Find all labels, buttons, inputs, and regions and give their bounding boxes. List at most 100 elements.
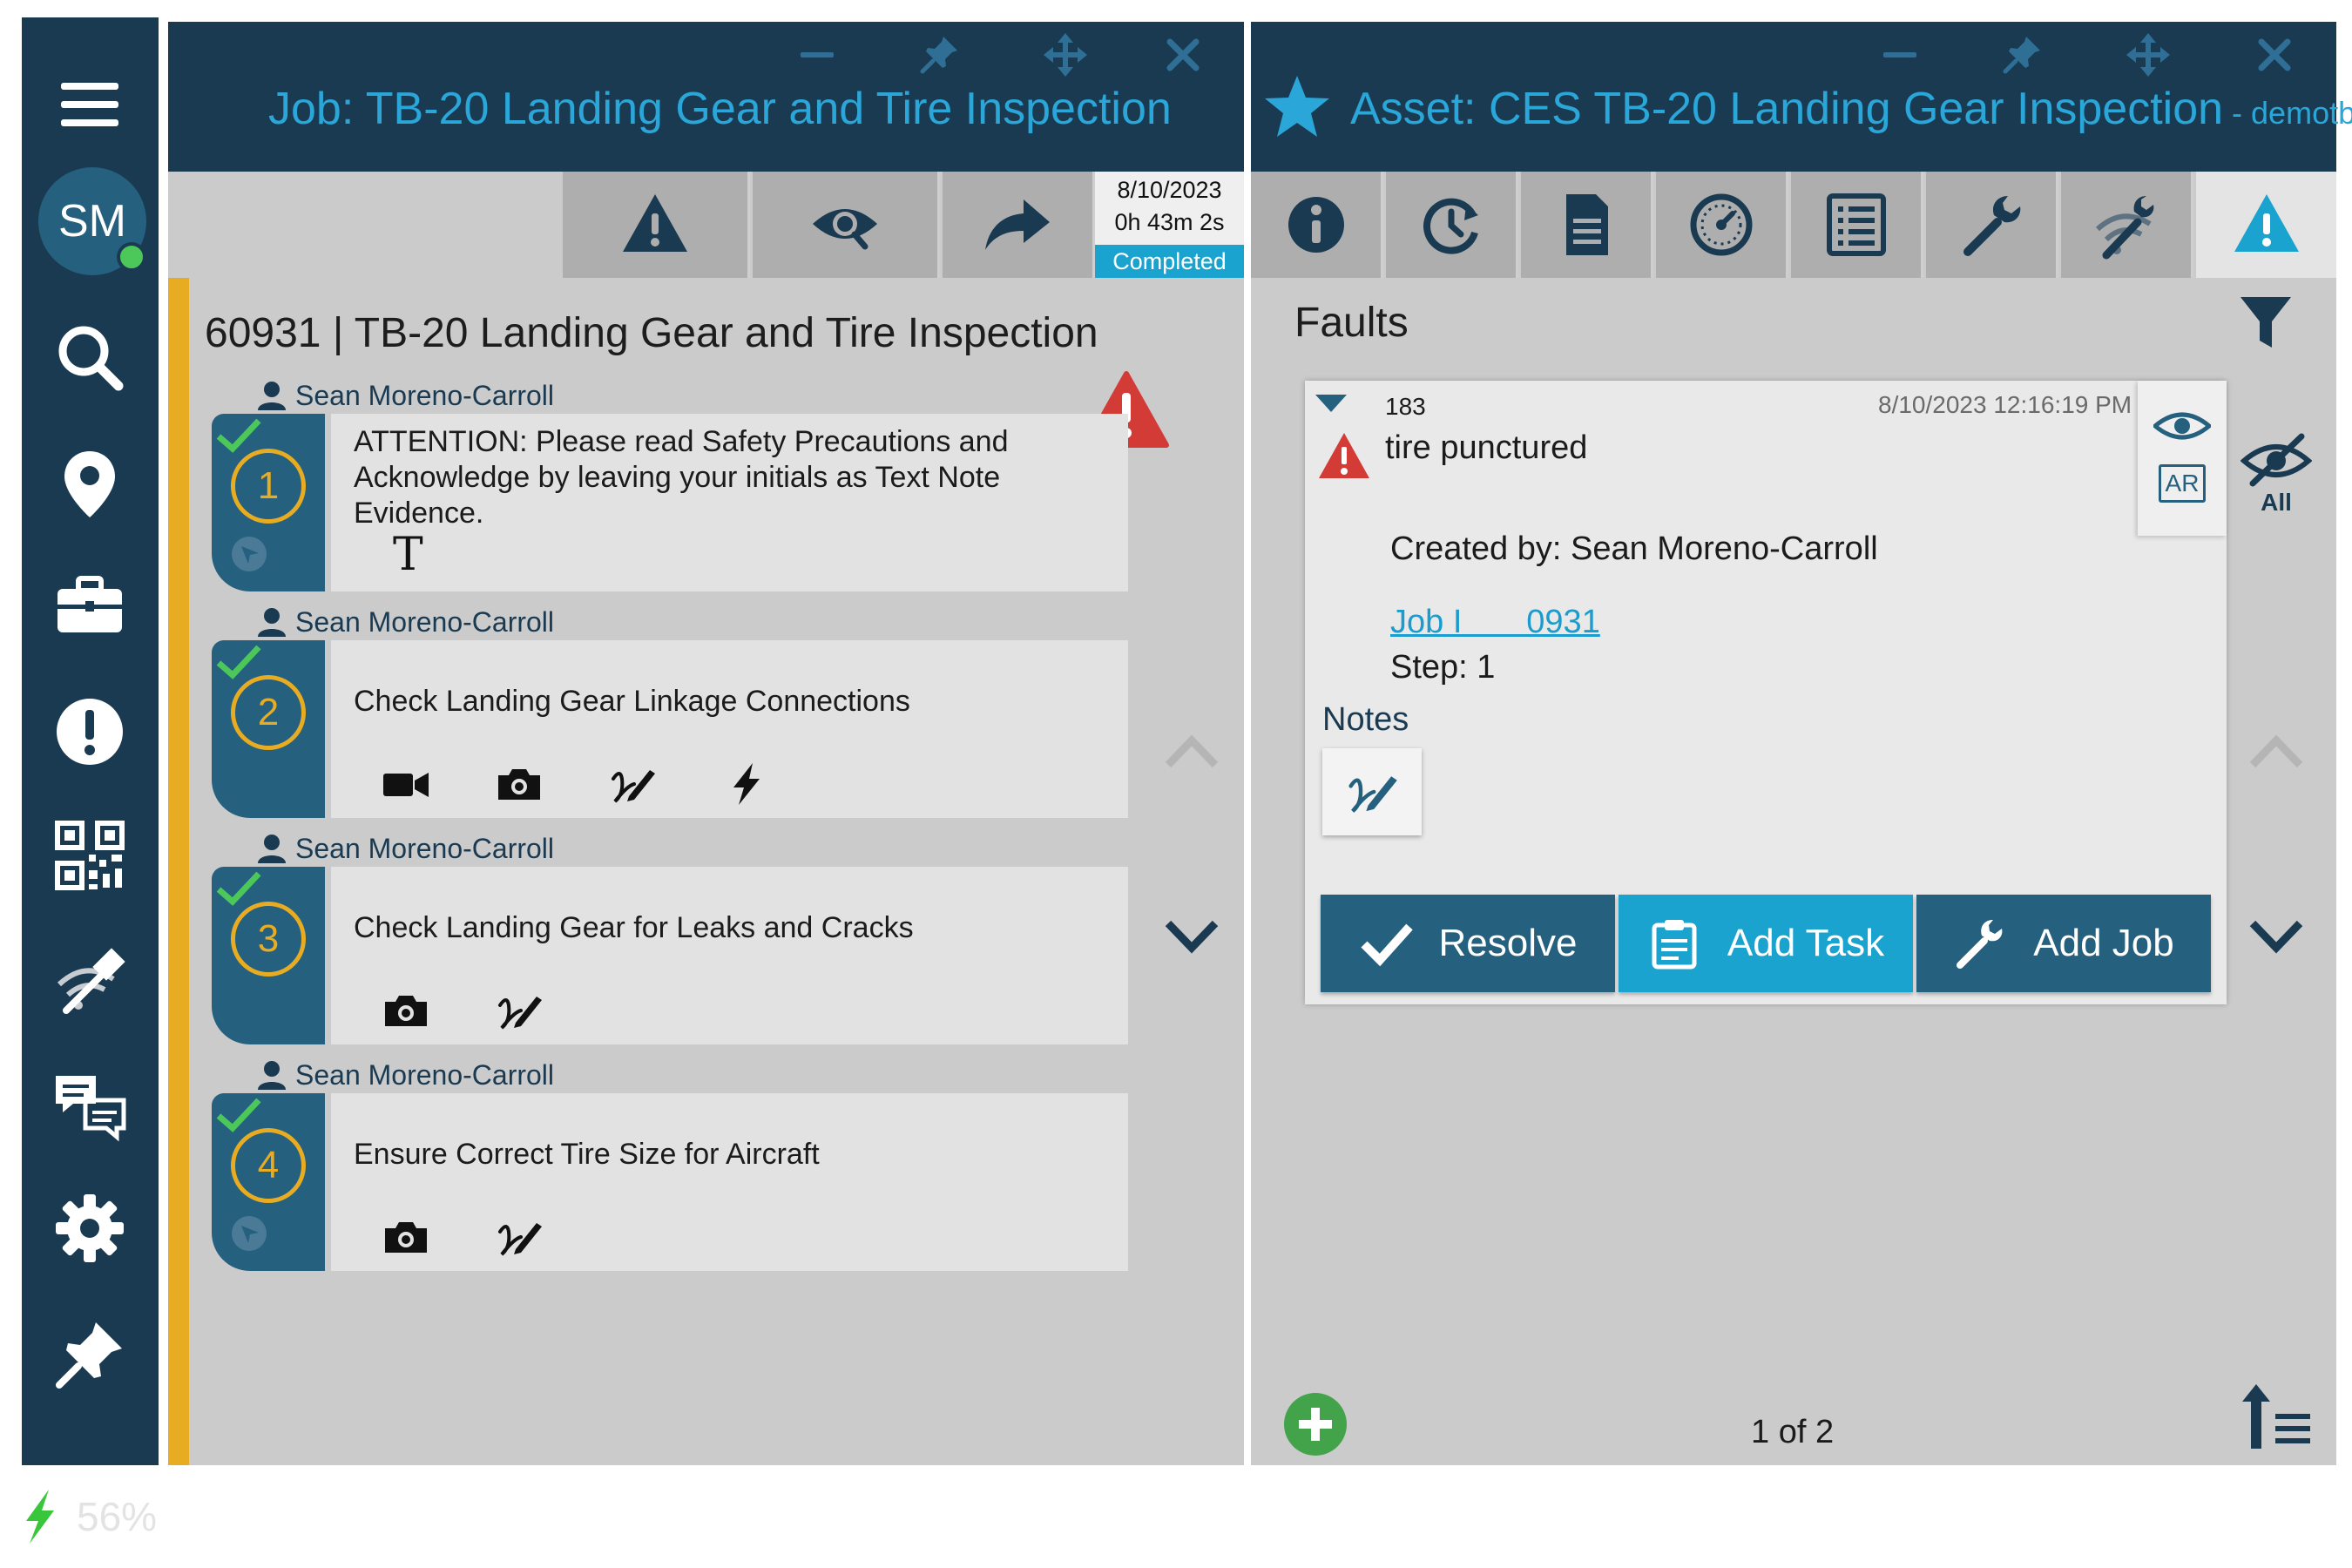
asset-title-suffix: - demotb: [2223, 95, 2352, 131]
wrench-icon: [1963, 196, 2020, 256]
pager: 1 of 2: [1751, 1414, 1835, 1450]
camera-icon[interactable]: [379, 1210, 433, 1264]
step-tab: 1: [212, 414, 325, 591]
location-icon[interactable]: [229, 1213, 269, 1254]
step-number: 1: [231, 449, 306, 524]
collapse-icon[interactable]: [1314, 393, 1348, 414]
camera-icon[interactable]: [379, 983, 433, 1037]
scroll-down-button[interactable]: [1161, 910, 1222, 959]
add-job-button[interactable]: Add Job: [1916, 895, 2211, 992]
step-card[interactable]: 4 Ensure Correct Tire Size for Aircraft: [212, 1093, 1128, 1271]
camera-icon[interactable]: [492, 757, 546, 811]
text-note-icon[interactable]: T: [382, 525, 436, 579]
wireless-tool-icon[interactable]: [46, 936, 133, 1024]
signature-note-button[interactable]: [1322, 748, 1422, 835]
tab-history[interactable]: [1386, 172, 1518, 278]
move-icon[interactable]: [2118, 29, 2179, 81]
minimize-icon[interactable]: [1869, 29, 1930, 81]
close-icon[interactable]: [1152, 29, 1213, 81]
wireless-tool-icon: [2095, 196, 2153, 260]
fault-step: Step: 1: [1390, 649, 1496, 686]
ar-button[interactable]: AR: [2159, 464, 2206, 503]
eye-icon[interactable]: [2153, 407, 2211, 445]
warning-icon: [2234, 194, 2299, 252]
hide-all-button[interactable]: All: [2237, 431, 2315, 517]
asset-title-text: Asset: CES TB-20 Landing Gear Inspection: [1350, 84, 2224, 134]
location-pin-icon[interactable]: [46, 440, 133, 527]
check-icon: [1360, 923, 1413, 967]
minimize-icon[interactable]: [787, 29, 848, 81]
pin-icon[interactable]: [1991, 29, 2052, 81]
briefcase-icon[interactable]: [46, 562, 133, 649]
location-icon[interactable]: [229, 534, 269, 574]
menu-icon[interactable]: [46, 61, 133, 148]
avatar[interactable]: SM: [38, 167, 146, 275]
qr-code-icon[interactable]: [46, 812, 133, 899]
job-view-button[interactable]: [753, 172, 940, 278]
step-owner: Sean Moreno-Carroll: [255, 832, 554, 865]
job-date: 8/10/2023: [1117, 177, 1222, 203]
tab-faults[interactable]: [2196, 172, 2336, 278]
tab-documents[interactable]: [1521, 172, 1653, 278]
step-body: Ensure Correct Tire Size for Aircraft: [331, 1093, 1128, 1271]
alert-icon[interactable]: [46, 688, 133, 775]
step-text: Check Landing Gear Linkage Connections: [354, 685, 910, 718]
fault-job-link[interactable]: Job I 0931: [1390, 604, 1600, 641]
add-job-label: Add Job: [2033, 922, 2174, 964]
chat-icon[interactable]: [46, 1061, 133, 1148]
avatar-initials: SM: [58, 196, 126, 247]
close-icon[interactable]: [2244, 29, 2305, 81]
step-text: Check Landing Gear for Leaks and Cracks: [354, 911, 914, 944]
step-text: Ensure Correct Tire Size for Aircraft: [354, 1138, 820, 1171]
search-icon[interactable]: [46, 314, 133, 401]
signature-icon[interactable]: [605, 757, 659, 811]
job-share-button[interactable]: [943, 172, 1095, 278]
star-icon[interactable]: [1263, 72, 1331, 140]
step-tab: 2: [212, 640, 325, 818]
step-body: Check Landing Gear Linkage Connections: [331, 640, 1128, 818]
user-icon: [258, 382, 286, 410]
step-card[interactable]: 2 Check Landing Gear Linkage Connections: [212, 640, 1128, 818]
add-task-label: Add Task: [1727, 922, 1885, 964]
gear-icon[interactable]: [46, 1185, 133, 1272]
tab-remote-tool[interactable]: [2061, 172, 2193, 278]
pin-icon[interactable]: [46, 1311, 133, 1398]
move-icon[interactable]: [1035, 29, 1096, 81]
pin-icon[interactable]: [909, 29, 970, 81]
step-card[interactable]: 1 ATTENTION: Please read Safety Precauti…: [212, 414, 1128, 591]
chevron-down-icon: [2249, 920, 2303, 954]
signature-icon[interactable]: [492, 983, 546, 1037]
add-fault-button[interactable]: [1284, 1393, 1347, 1456]
flash-icon[interactable]: [719, 757, 773, 811]
step-card[interactable]: 3 Check Landing Gear for Leaks and Crack…: [212, 867, 1128, 1044]
video-icon[interactable]: [379, 757, 433, 811]
fault-card: 183 8/10/2023 12:16:19 PM tire punctured…: [1305, 381, 2227, 1004]
tab-gauge[interactable]: [1656, 172, 1788, 278]
scroll-up-button[interactable]: [2246, 727, 2307, 776]
asset-panel-header: Asset: CES TB-20 Landing Gear Inspection…: [1251, 22, 2352, 172]
scroll-up-button[interactable]: [1161, 727, 1222, 776]
step-owner: Sean Moreno-Carroll: [255, 379, 554, 412]
fault-title: tire punctured: [1385, 429, 1588, 466]
job-panel-header: Job: TB-20 Landing Gear and Tire Inspect…: [168, 22, 1244, 172]
job-status-box: 8/10/2023 0h 43m 2s Completed: [1095, 172, 1244, 278]
tab-info[interactable]: [1251, 172, 1383, 278]
signature-icon[interactable]: [492, 1210, 546, 1264]
battery-level: 56%: [77, 1494, 158, 1539]
job-heading: 60931 | TB-20 Landing Gear and Tire Insp…: [205, 310, 1098, 356]
document-icon: [1565, 194, 1608, 255]
tab-maintenance[interactable]: [1926, 172, 2058, 278]
resolve-button[interactable]: Resolve: [1321, 895, 1615, 992]
job-faults-button[interactable]: [563, 172, 750, 278]
scroll-down-button[interactable]: [2246, 910, 2307, 959]
gauge-icon: [1690, 193, 1752, 256]
sort-icon[interactable]: [2239, 1381, 2314, 1456]
add-task-button[interactable]: Add Task: [1619, 895, 1913, 992]
step-number: 2: [231, 675, 306, 750]
filter-icon[interactable]: [2237, 292, 2295, 353]
clipboard-icon: [1652, 920, 1697, 970]
info-icon: [1288, 197, 1344, 253]
tab-checklist[interactable]: [1791, 172, 1923, 278]
warning-icon: [623, 194, 687, 252]
user-icon: [258, 835, 286, 863]
